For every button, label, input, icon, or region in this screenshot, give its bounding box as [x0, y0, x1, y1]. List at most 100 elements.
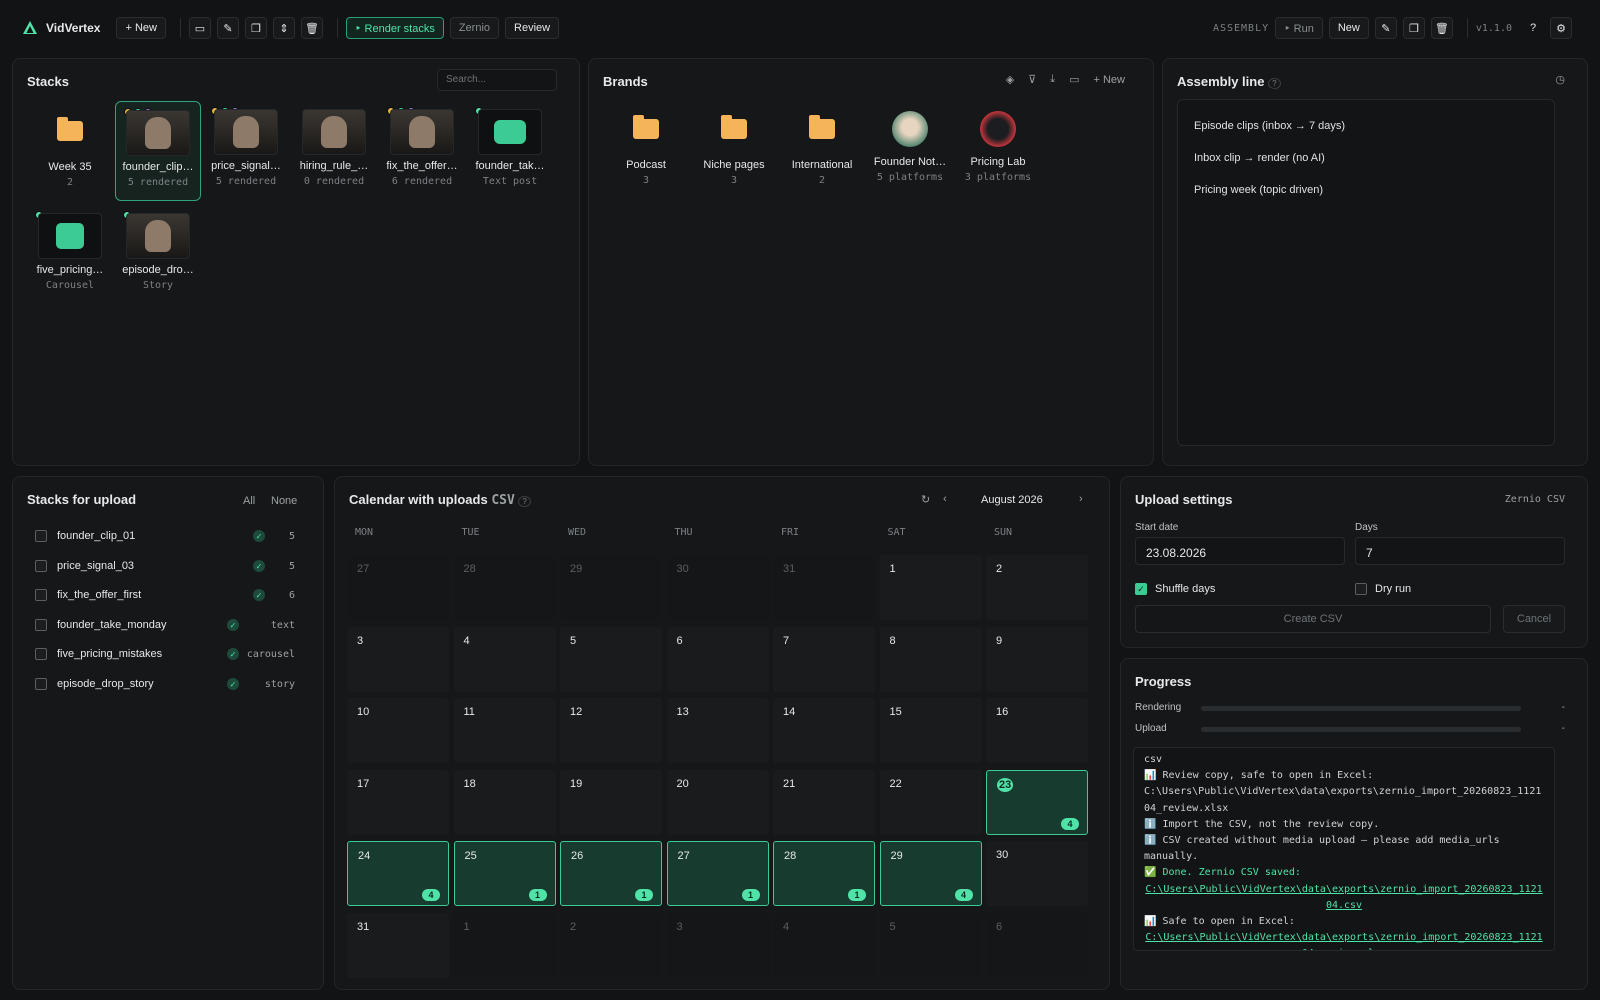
trash-icon[interactable]: 🗑: [300, 17, 323, 39]
stack-item[interactable]: five_pricing… Carousel: [27, 205, 113, 305]
refresh-icon[interactable]: ↻: [921, 493, 930, 506]
start-date-input[interactable]: 23.08.2026: [1135, 537, 1345, 565]
checkbox[interactable]: [35, 648, 47, 660]
stack-item[interactable]: founder_tak… Text post: [467, 101, 553, 201]
brand-item[interactable]: Pricing Lab 3 platforms: [955, 99, 1041, 195]
calendar-day[interactable]: 27: [347, 555, 449, 620]
checkbox[interactable]: [35, 678, 47, 690]
stack-item[interactable]: episode_dro… Story: [115, 205, 201, 305]
calendar-day[interactable]: 26 1: [560, 841, 662, 906]
calendar-day[interactable]: 28: [453, 555, 556, 620]
select-all-button[interactable]: All: [243, 495, 255, 507]
calendar-day[interactable]: 9: [986, 626, 1088, 692]
help-icon[interactable]: ?: [1522, 17, 1544, 39]
calendar-day[interactable]: 10: [347, 698, 449, 763]
clock-icon[interactable]: ◷: [1555, 73, 1565, 86]
checkbox[interactable]: [35, 619, 47, 631]
calendar-day[interactable]: 12: [560, 698, 662, 763]
calendar-day[interactable]: 1: [879, 555, 982, 620]
cancel-button[interactable]: Cancel: [1503, 605, 1565, 633]
upload-stack-row[interactable]: price_signal_03 ✓ 5: [35, 560, 295, 572]
stack-item[interactable]: price_signal… 5 rendered: [203, 101, 289, 201]
calendar-day[interactable]: 27 1: [666, 841, 769, 906]
checkbox[interactable]: [35, 589, 47, 601]
upload-stack-row[interactable]: five_pricing_mistakes ✓ carousel: [35, 648, 295, 660]
run-button[interactable]: ‣ Run: [1275, 17, 1323, 39]
calendar-day[interactable]: 20: [666, 769, 769, 835]
brand-item[interactable]: Podcast 3: [603, 99, 689, 195]
days-input[interactable]: 7: [1355, 537, 1565, 565]
split-icon[interactable]: ⇕: [272, 17, 295, 39]
edit-icon[interactable]: ✎: [1374, 17, 1397, 39]
upload-stack-row[interactable]: episode_drop_story ✓ story: [35, 678, 295, 690]
filter-icon[interactable]: ⊽: [1028, 73, 1036, 86]
render-stacks-button[interactable]: ‣ Render stacks: [345, 17, 444, 39]
checkbox[interactable]: [35, 560, 47, 572]
calendar-day[interactable]: 18: [453, 769, 556, 835]
folder-icon[interactable]: ▭: [188, 17, 211, 39]
calendar-day[interactable]: 8: [879, 626, 982, 692]
calendar-day[interactable]: 6: [666, 626, 769, 692]
folder-add-icon[interactable]: ▭: [1069, 73, 1079, 86]
stack-item[interactable]: hiring_rule_… 0 rendered: [291, 101, 377, 201]
stacks-search-input[interactable]: Search...: [437, 69, 557, 91]
next-month-icon[interactable]: ›: [1079, 493, 1083, 505]
checkbox[interactable]: [35, 530, 47, 542]
download-icon[interactable]: ⤓: [1050, 73, 1055, 86]
trash-icon[interactable]: 🗑: [1430, 17, 1453, 39]
prev-month-icon[interactable]: ‹: [943, 493, 947, 505]
upload-stack-row[interactable]: founder_clip_01 ✓ 5: [35, 530, 295, 542]
calendar-day[interactable]: 2: [986, 555, 1088, 620]
calendar-day[interactable]: 2: [560, 912, 662, 978]
csv-file-link[interactable]: C:\Users\Public\VidVertex\data\exports\z…: [1145, 884, 1542, 911]
create-csv-button[interactable]: Create CSV: [1135, 605, 1491, 633]
checkbox[interactable]: [1355, 583, 1367, 595]
assembly-item[interactable]: Episode clips (inbox → 7 days): [1178, 120, 1554, 132]
shuffle-days-toggle[interactable]: ✓ Shuffle days: [1135, 583, 1215, 595]
zernio-button[interactable]: Zernio: [449, 17, 500, 39]
calendar-day[interactable]: 30: [666, 555, 769, 620]
calendar-day[interactable]: 25 1: [453, 841, 556, 906]
stack-item[interactable]: founder_clip… 5 rendered: [115, 101, 201, 201]
calendar-day[interactable]: 11: [453, 698, 556, 763]
checkbox-checked[interactable]: ✓: [1135, 583, 1147, 595]
new-button[interactable]: + New: [116, 17, 166, 39]
calendar-day[interactable]: 29 4: [879, 841, 982, 906]
upload-stack-row[interactable]: founder_take_monday ✓ text: [35, 619, 295, 631]
calendar-day[interactable]: 1: [453, 912, 556, 978]
calendar-day[interactable]: 13: [666, 698, 769, 763]
stack-item[interactable]: Week 35 2: [27, 101, 113, 201]
calendar-day[interactable]: 28 1: [773, 841, 875, 906]
new-brand-button[interactable]: + New: [1094, 74, 1126, 86]
assembly-item[interactable]: Pricing week (topic driven): [1178, 184, 1554, 196]
calendar-day[interactable]: 5: [560, 626, 662, 692]
assembly-item[interactable]: Inbox clip → render (no AI): [1178, 152, 1554, 164]
calendar-day[interactable]: 22: [879, 769, 982, 835]
calendar-day[interactable]: 23 4: [986, 769, 1088, 835]
xlsx-file-link[interactable]: C:\Users\Public\VidVertex\data\exports\z…: [1145, 932, 1542, 950]
calendar-day[interactable]: 29: [560, 555, 662, 620]
calendar-day[interactable]: 19: [560, 769, 662, 835]
calendar-day[interactable]: 4: [453, 626, 556, 692]
calendar-day[interactable]: 31: [347, 912, 449, 978]
review-button[interactable]: Review: [505, 17, 560, 39]
upload-stack-row[interactable]: fix_the_offer_first ✓ 6: [35, 589, 295, 601]
calendar-day[interactable]: 3: [666, 912, 769, 978]
calendar-day[interactable]: 16: [986, 698, 1088, 763]
calendar-day[interactable]: 5: [879, 912, 982, 978]
edit-icon[interactable]: ✎: [216, 17, 239, 39]
duplicate-icon[interactable]: ❐: [244, 17, 267, 39]
calendar-day[interactable]: 15: [879, 698, 982, 763]
brand-item[interactable]: Niche pages 3: [691, 99, 777, 195]
calendar-day[interactable]: 6: [986, 912, 1088, 978]
calendar-day[interactable]: 17: [347, 769, 449, 835]
layers-icon[interactable]: ◈: [1006, 73, 1014, 86]
select-none-button[interactable]: None: [271, 495, 297, 507]
calendar-day[interactable]: 3: [347, 626, 449, 692]
calendar-day[interactable]: 30: [986, 841, 1088, 906]
help-icon[interactable]: ?: [518, 496, 531, 507]
help-icon[interactable]: ?: [1268, 78, 1281, 89]
settings-icon[interactable]: ⚙: [1550, 17, 1572, 39]
dry-run-toggle[interactable]: Dry run: [1355, 583, 1411, 595]
duplicate-icon[interactable]: ❐: [1402, 17, 1425, 39]
